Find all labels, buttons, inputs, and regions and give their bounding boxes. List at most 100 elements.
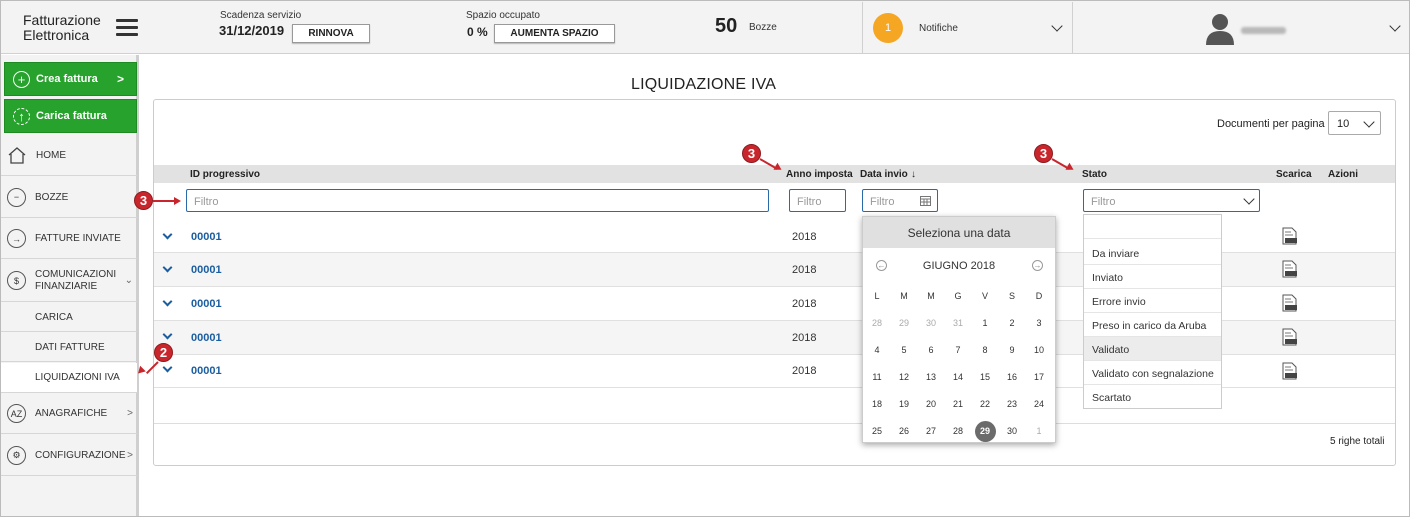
status-option-empty[interactable] xyxy=(1084,215,1221,239)
hamburger-menu-icon[interactable] xyxy=(116,19,138,36)
calendar-day[interactable]: 25 xyxy=(866,422,888,440)
sidebar-subitem-vat-liquidations[interactable]: LIQUIDAZIONI IVA xyxy=(1,363,137,393)
header-divider xyxy=(1072,2,1073,54)
docs-per-page-select[interactable]: 10 xyxy=(1328,111,1381,135)
calendar-day[interactable]: 16 xyxy=(1001,368,1023,386)
status-option-sent[interactable]: Inviato xyxy=(1084,265,1221,289)
notifications-label[interactable]: Notifiche xyxy=(919,23,958,34)
sidebar-item-settings[interactable]: ⚙ CONFIGURAZIONE > xyxy=(1,435,137,476)
calendar-day[interactable]: 19 xyxy=(893,395,915,413)
drafts-count[interactable]: 50 xyxy=(715,15,737,38)
status-dropdown: Da inviare Inviato Errore invio Preso in… xyxy=(1083,214,1222,409)
calendar-day[interactable]: 13 xyxy=(920,368,942,386)
calendar-day[interactable]: 30 xyxy=(1001,422,1023,440)
annotation-marker: 2 xyxy=(154,343,173,362)
weekday-label: M xyxy=(900,291,908,301)
calendar-day[interactable]: 7 xyxy=(947,341,969,359)
status-option-validated-with-warning[interactable]: Validato con segnalazione xyxy=(1084,361,1221,385)
row-id-link[interactable]: 00001 xyxy=(191,264,222,276)
user-menu-chevron-down-icon[interactable] xyxy=(1389,20,1401,32)
calendar-day[interactable]: 1 xyxy=(974,314,996,332)
calendar-day[interactable]: 3 xyxy=(1028,314,1050,332)
column-send-date[interactable]: Data invio xyxy=(860,169,908,180)
calendar-day[interactable]: 28 xyxy=(947,422,969,440)
xml-download-icon[interactable] xyxy=(1282,227,1298,245)
weekday-label: L xyxy=(874,291,880,301)
xml-download-icon[interactable] xyxy=(1282,328,1298,346)
next-month-icon[interactable]: → xyxy=(1032,260,1043,271)
renew-button[interactable]: RINNOVA xyxy=(292,24,370,43)
calendar-day[interactable]: 11 xyxy=(866,368,888,386)
calendar-day[interactable]: 17 xyxy=(1028,368,1050,386)
row-id-link[interactable]: 00001 xyxy=(191,365,222,377)
calendar-icon[interactable] xyxy=(920,195,931,206)
calendar-day[interactable]: 5 xyxy=(893,341,915,359)
sidebar-subitem-upload[interactable]: CARICA xyxy=(1,303,137,332)
calendar-day[interactable]: 9 xyxy=(1001,341,1023,359)
calendar-day[interactable]: 26 xyxy=(893,422,915,440)
user-name-blurred[interactable] xyxy=(1241,27,1286,34)
sidebar-item-registry[interactable]: AZ ANAGRAFICHE > xyxy=(1,394,137,434)
calendar-day[interactable]: 6 xyxy=(920,341,942,359)
year-filter-input[interactable]: Filtro xyxy=(789,189,846,212)
calendar-day[interactable]: 22 xyxy=(974,395,996,413)
column-tax-year[interactable]: Anno imposta xyxy=(786,169,853,180)
calendar-day[interactable]: 20 xyxy=(920,395,942,413)
chevron-down-icon xyxy=(1243,193,1255,205)
calendar-day[interactable]: 27 xyxy=(920,422,942,440)
sidebar-item-sent-invoices[interactable]: → FATTURE INVIATE xyxy=(1,219,137,259)
status-option-validated[interactable]: Validato xyxy=(1084,337,1221,361)
increase-space-button[interactable]: AUMENTA SPAZIO xyxy=(494,24,615,43)
date-filter-input[interactable]: Filtro xyxy=(862,189,938,212)
status-option-to-send[interactable]: Da inviare xyxy=(1084,241,1221,265)
sidebar-subitem-invoice-data[interactable]: DATI FATTURE xyxy=(1,333,137,362)
xml-download-icon[interactable] xyxy=(1282,260,1298,278)
calendar-day[interactable]: 1 xyxy=(1028,422,1050,440)
sort-down-icon[interactable]: ↓ xyxy=(911,169,916,180)
status-option-taken-by-aruba[interactable]: Preso in carico da Aruba xyxy=(1084,313,1221,337)
calendar-day[interactable]: 4 xyxy=(866,341,888,359)
column-id[interactable]: ID progressivo xyxy=(190,169,260,180)
notification-badge[interactable]: 1 xyxy=(873,13,903,43)
row-id-link[interactable]: 00001 xyxy=(191,231,222,243)
weekday-label: D xyxy=(1035,291,1043,301)
app-logo[interactable]: Fatturazione Elettronica xyxy=(23,13,101,43)
id-filter-input[interactable]: Filtro xyxy=(186,189,769,212)
space-used-label: Spazio occupato xyxy=(466,10,540,21)
row-id-link[interactable]: 00001 xyxy=(191,298,222,310)
row-id-link[interactable]: 00001 xyxy=(191,332,222,344)
calendar-day[interactable]: 12 xyxy=(893,368,915,386)
user-avatar-icon[interactable] xyxy=(1206,12,1234,45)
calendar-day[interactable]: 24 xyxy=(1028,395,1050,413)
selected-day[interactable]: 29 xyxy=(974,420,996,442)
upload-invoice-button[interactable]: ↑ Carica fattura xyxy=(4,99,137,133)
calendar-day[interactable]: 8 xyxy=(974,341,996,359)
calendar-day[interactable]: 23 xyxy=(1001,395,1023,413)
status-option-rejected[interactable]: Scartato xyxy=(1084,385,1221,409)
notifications-chevron-down-icon[interactable] xyxy=(1051,20,1063,32)
top-header: Fatturazione Elettronica Scadenza serviz… xyxy=(1,1,1409,54)
calendar-day[interactable]: 21 xyxy=(947,395,969,413)
sidebar-item-home[interactable]: HOME xyxy=(1,136,137,176)
calendar-day[interactable]: 18 xyxy=(866,395,888,413)
calendar-day[interactable]: 15 xyxy=(974,368,996,386)
calendar-day[interactable]: 14 xyxy=(947,368,969,386)
calendar-day[interactable]: 31 xyxy=(947,314,969,332)
status-filter-select[interactable]: Filtro xyxy=(1083,189,1260,212)
xml-download-icon[interactable] xyxy=(1282,362,1298,380)
calendar-day[interactable]: 2 xyxy=(1001,314,1023,332)
calendar-day[interactable]: 29 xyxy=(893,314,915,332)
datepicker-popup: Seleziona una data ← GIUGNO 2018 → LMMGV… xyxy=(862,216,1056,443)
create-invoice-button[interactable]: + Crea fattura > xyxy=(4,62,137,96)
datepicker-header: Seleziona una data xyxy=(863,217,1055,248)
xml-download-icon[interactable] xyxy=(1282,294,1298,312)
column-status[interactable]: Stato xyxy=(1082,169,1107,180)
calendar-day[interactable]: 28 xyxy=(866,314,888,332)
column-actions: Azioni xyxy=(1328,169,1358,180)
sidebar-item-drafts[interactable]: − BOZZE xyxy=(1,177,137,218)
annotation-arrow-head xyxy=(174,197,181,205)
calendar-day[interactable]: 10 xyxy=(1028,341,1050,359)
calendar-day[interactable]: 30 xyxy=(920,314,942,332)
status-option-send-error[interactable]: Errore invio xyxy=(1084,289,1221,313)
sidebar-item-financial-communications[interactable]: $ COMUNICAZIONI FINANZIARIE ⌄ xyxy=(1,260,137,302)
